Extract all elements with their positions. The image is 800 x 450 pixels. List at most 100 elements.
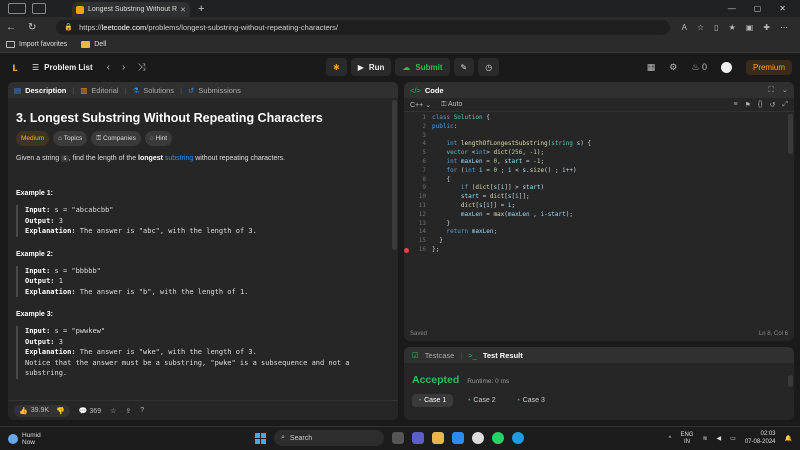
close-tab-icon[interactable]: ✕ <box>180 6 186 14</box>
fullscreen-icon[interactable]: ⤢ <box>782 101 788 109</box>
description-scrollbar[interactable] <box>392 100 397 250</box>
code-line[interactable]: 1 class Solution { <box>404 114 794 123</box>
whatsapp-icon[interactable] <box>492 432 504 444</box>
timer-button[interactable]: ◷ <box>478 58 500 76</box>
code-line[interactable]: 8 { <box>404 176 794 185</box>
taskbar-search[interactable]: ⌕ Search <box>274 430 384 446</box>
dell-icon[interactable] <box>472 432 484 444</box>
test-scrollbar[interactable] <box>788 375 793 387</box>
topics-tag[interactable]: ⌂ Topics <box>53 131 88 146</box>
streak-counter[interactable]: ♨ 0 <box>691 62 707 73</box>
collapse-icon[interactable]: ⌄ <box>782 85 788 95</box>
layout-icon[interactable]: ▦ <box>647 62 656 73</box>
case-1-tab[interactable]: • Case 1 <box>412 394 454 407</box>
like-button[interactable]: 👍 39.9K 👎 <box>14 404 70 417</box>
case-2-tab[interactable]: • Case 2 <box>461 394 502 407</box>
refresh-icon[interactable]: ↻ <box>28 22 36 33</box>
case-3-tab[interactable]: • Case 3 <box>511 394 552 407</box>
tab-actions-icon[interactable] <box>32 3 46 14</box>
teams-icon[interactable] <box>412 432 424 444</box>
favorite-star-icon[interactable]: ☆ <box>697 23 704 32</box>
volume-icon[interactable]: ◀ <box>717 435 722 442</box>
weather-widget[interactable]: Humid Now <box>0 432 41 446</box>
tab-submissions[interactable]: Submissions <box>198 86 241 95</box>
breakpoint-gutter[interactable] <box>404 184 410 193</box>
code-scrollbar[interactable] <box>788 114 793 154</box>
notifications-icon[interactable]: 🔔 <box>785 435 792 442</box>
code-line[interactable]: 11 dict[s[i]] = i; <box>404 202 794 211</box>
more-menu-icon[interactable]: ⋯ <box>780 23 788 32</box>
code-editor[interactable]: 1 class Solution {2 public: 3 4 int lengthOf… <box>404 114 794 324</box>
help-icon[interactable]: ? <box>140 407 144 414</box>
code-line[interactable]: 12 maxLen = max(maxLen , i-start); <box>404 211 794 220</box>
favorites-icon[interactable]: ★ <box>729 23 736 32</box>
braces-icon[interactable]: {} <box>758 101 763 109</box>
breakpoint-gutter[interactable] <box>404 220 410 229</box>
breakpoint-gutter[interactable] <box>404 158 410 167</box>
thumbs-down-icon[interactable]: 👎 <box>56 407 65 415</box>
settings-gear-icon[interactable]: ⚙ <box>669 62 677 73</box>
problem-title[interactable]: 3. Longest Substring Without Repeating C… <box>16 110 386 126</box>
prev-problem-icon[interactable]: ‹ <box>107 62 110 73</box>
windows-start-icon[interactable] <box>255 432 266 444</box>
code-line[interactable]: 13 } <box>404 220 794 229</box>
file-explorer-icon[interactable] <box>432 432 444 444</box>
next-problem-icon[interactable]: › <box>122 62 125 73</box>
substring-link[interactable]: substring <box>165 155 193 162</box>
wifi-icon[interactable]: ≋ <box>702 435 707 442</box>
comments-button[interactable]: 💬 369 <box>79 407 101 415</box>
run-button[interactable]: ▶ Run <box>350 58 392 76</box>
breakpoint-gutter[interactable] <box>404 193 410 202</box>
code-line[interactable]: 15 } <box>404 237 794 246</box>
clock[interactable]: 02:03 07-08-2024 <box>745 431 776 446</box>
code-line[interactable]: 9 if (dict[s[i]] > start) <box>404 184 794 193</box>
breakpoint-gutter[interactable] <box>404 176 410 185</box>
code-line[interactable]: 4 int lengthOfLongestSubstring(string s)… <box>404 140 794 149</box>
breakpoint-gutter[interactable] <box>404 114 410 123</box>
dell-folder-link[interactable]: Dell <box>81 41 106 48</box>
language-indicator[interactable]: ENG IN <box>680 432 693 446</box>
breakpoint-gutter[interactable] <box>404 211 410 220</box>
workspaces-icon[interactable] <box>8 3 26 14</box>
close-window-icon[interactable]: ✕ <box>779 4 786 13</box>
submit-button[interactable]: ☁ Submit <box>395 58 450 76</box>
tab-description[interactable]: Description <box>25 86 66 95</box>
minimize-icon[interactable]: — <box>728 4 736 13</box>
code-line[interactable]: 6 int maxLen = 0, start = -1; <box>404 158 794 167</box>
code-line[interactable]: 7 for (int i = 0 ; i < s.size() ; i++) <box>404 167 794 176</box>
breakpoint-gutter[interactable] <box>404 167 410 176</box>
expand-icon[interactable]: ⛶ <box>768 85 773 95</box>
problem-list-button[interactable]: ☰ Problem List <box>32 63 93 72</box>
bookmark-icon[interactable]: ⚑ <box>745 101 751 109</box>
breakpoint-gutter[interactable] <box>404 123 410 132</box>
debug-button[interactable]: ✱ <box>326 58 347 76</box>
breakpoint-gutter[interactable] <box>404 202 410 211</box>
tab-editorial[interactable]: Editorial <box>91 86 118 95</box>
tab-code[interactable]: Code <box>425 86 444 95</box>
notes-button[interactable]: ✎ <box>453 58 475 76</box>
tab-solutions[interactable]: Solutions <box>143 86 174 95</box>
hint-tag[interactable]: ◌ Hint <box>144 131 173 146</box>
companies-tag[interactable]: ⚿ Companies <box>91 131 141 146</box>
breakpoint-gutter[interactable] <box>404 140 410 149</box>
read-aloud-icon[interactable]: A <box>682 23 687 32</box>
code-line[interactable]: 14 return maxLen; <box>404 228 794 237</box>
breakpoint-gutter[interactable] <box>404 149 410 158</box>
tab-test-result[interactable]: Test Result <box>483 351 523 360</box>
language-select[interactable]: C++ ⌄ <box>410 101 431 109</box>
import-favorites-link[interactable]: Import favorites <box>6 41 67 48</box>
code-line[interactable]: 3 <box>404 132 794 141</box>
avatar[interactable] <box>720 61 732 73</box>
format-icon[interactable]: ≡ <box>733 101 737 109</box>
extensions-icon[interactable]: ✚ <box>763 23 770 32</box>
maximize-icon[interactable]: ▢ <box>754 4 762 13</box>
code-line[interactable]: 2 public: <box>404 123 794 132</box>
auto-mode[interactable]: ⚿ Auto <box>441 101 462 109</box>
store-icon[interactable] <box>452 432 464 444</box>
breakpoint-icon[interactable] <box>404 246 410 255</box>
chevron-up-icon[interactable]: ^ <box>669 436 672 442</box>
new-tab-icon[interactable]: + <box>198 3 204 15</box>
split-screen-icon[interactable]: ▯ <box>714 23 718 32</box>
edge-icon[interactable] <box>512 432 524 444</box>
address-bar[interactable]: 🔒 https://leetcode.com/problems/longest-… <box>56 19 670 35</box>
